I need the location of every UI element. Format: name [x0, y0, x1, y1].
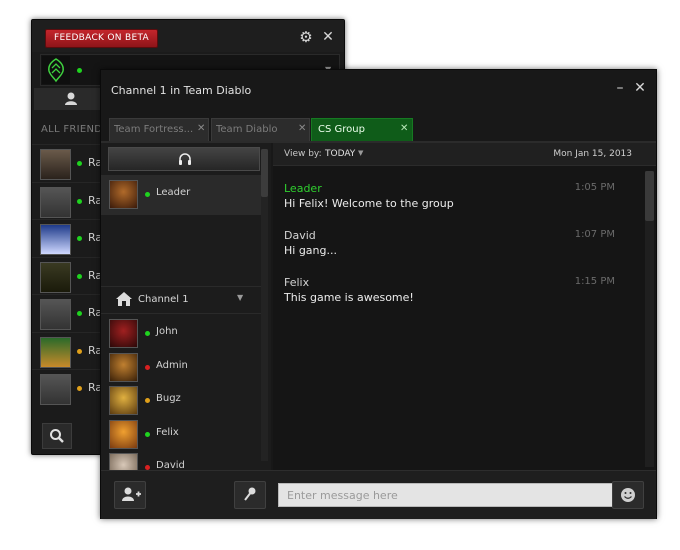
chat-window: Channel 1 in Team Diablo – ✕ Team Fortre… [100, 69, 657, 519]
razer-logo [42, 56, 70, 84]
avatar [40, 336, 71, 368]
member-row[interactable]: Felix [101, 418, 261, 452]
scrollbar-thumb[interactable] [645, 171, 654, 221]
avatar [109, 386, 138, 415]
avatar [109, 419, 138, 449]
microphone-icon [244, 487, 256, 501]
compose-bar [101, 470, 656, 519]
search-icon [50, 429, 64, 443]
member-row[interactable]: Bugz [101, 384, 261, 418]
gear-icon[interactable]: ⚙ [298, 29, 314, 45]
message-item: Felix 1:15 PM This game is awesome! [284, 276, 629, 304]
close-icon[interactable]: ✕ [197, 123, 205, 134]
window-title: Channel 1 in Team Diablo [111, 84, 252, 97]
message-date: Mon Jan 15, 2013 [553, 149, 632, 159]
member-name: John [156, 326, 178, 337]
status-dot [77, 236, 82, 241]
status-dot [145, 331, 150, 336]
headset-icon [179, 153, 191, 165]
channel-name: Channel 1 [138, 294, 189, 305]
avatar [40, 149, 71, 180]
tab-label: CS Group [318, 124, 365, 135]
message-text: This game is awesome! [284, 291, 414, 304]
status-dot [77, 198, 82, 204]
status-dot [77, 386, 82, 391]
member-leader[interactable]: Leader [101, 175, 261, 215]
member-name: Leader [156, 187, 191, 198]
tab-team-fortress[interactable]: Team Fortress... ✕ [109, 118, 209, 141]
tab-friends[interactable] [34, 88, 108, 110]
message-time: 1:05 PM [574, 182, 615, 193]
member-row[interactable]: Admin [101, 351, 261, 385]
scrollbar-thumb[interactable] [261, 149, 268, 197]
status-dot [77, 68, 82, 73]
all-friends-heading: ALL FRIENDS [41, 124, 109, 135]
member-name: Bugz [156, 393, 181, 404]
minimize-icon[interactable]: – [613, 80, 627, 96]
user-icon [65, 92, 77, 105]
avatar [40, 186, 71, 218]
smiley-icon [621, 488, 635, 502]
avatar [40, 261, 71, 293]
status-dot [77, 311, 82, 316]
messages-header: View by: TODAY ▼ Mon Jan 15, 2013 [273, 143, 656, 166]
close-icon[interactable]: ✕ [320, 29, 336, 45]
message-text: Hi Felix! Welcome to the group [284, 197, 454, 210]
members-scrollbar[interactable] [261, 149, 268, 461]
tab-label: Team Diablo [216, 124, 278, 135]
close-icon[interactable]: ✕ [632, 80, 648, 96]
status-dot [77, 273, 82, 279]
status-dot [77, 161, 82, 166]
channel-header[interactable]: Channel 1 ▼ [101, 286, 261, 314]
avatar [109, 352, 138, 382]
status-dot [145, 431, 150, 437]
avatar [109, 180, 138, 209]
friends-titlebar: FEEDBACK ON BETA ⚙ ✕ [32, 20, 344, 52]
messages-pane: View by: TODAY ▼ Mon Jan 15, 2013 Leader… [273, 143, 656, 470]
voice-button[interactable] [108, 147, 260, 171]
members-pane: Leader Channel 1 ▼ John Admin Bugz Felix Dav… [101, 143, 271, 482]
message-time: 1:07 PM [574, 229, 615, 240]
message-text: Hi gang... [284, 244, 337, 257]
close-icon[interactable]: ✕ [298, 123, 306, 134]
tab-cs-group[interactable]: CS Group ✕ [311, 118, 413, 141]
chevron-down-icon[interactable]: ▼ [358, 149, 363, 157]
chevron-down-icon[interactable]: ▼ [237, 293, 243, 302]
message-item: David 1:07 PM Hi gang... [284, 229, 629, 257]
message-time: 1:15 PM [574, 276, 615, 287]
add-user-icon [122, 487, 141, 501]
view-by-label: View by: [284, 149, 322, 159]
close-icon[interactable]: ✕ [400, 123, 408, 134]
avatar [40, 224, 71, 255]
status-dot [145, 192, 150, 197]
member-row[interactable]: John [101, 317, 261, 351]
message-item: Leader 1:05 PM Hi Felix! Welcome to the … [284, 182, 629, 210]
message-input[interactable] [278, 483, 613, 507]
status-dot [145, 398, 150, 403]
home-icon [116, 292, 132, 306]
view-by-dropdown[interactable]: TODAY [325, 149, 355, 159]
tab-team-diablo[interactable]: Team Diablo ✕ [211, 118, 310, 141]
member-name: Felix [156, 426, 179, 438]
status-dot [145, 364, 150, 370]
member-name: Admin [156, 359, 188, 371]
add-user-button[interactable] [114, 481, 146, 509]
search-button[interactable] [42, 423, 72, 449]
emoji-button[interactable] [612, 481, 644, 509]
messages-scrollbar[interactable] [645, 171, 654, 467]
microphone-button[interactable] [234, 481, 266, 509]
status-dot [77, 348, 82, 354]
feedback-button[interactable]: FEEDBACK ON BETA [45, 29, 158, 48]
avatar [109, 319, 138, 348]
avatar [40, 374, 71, 405]
tab-label: Team Fortress... [114, 124, 194, 135]
avatar [40, 299, 71, 330]
